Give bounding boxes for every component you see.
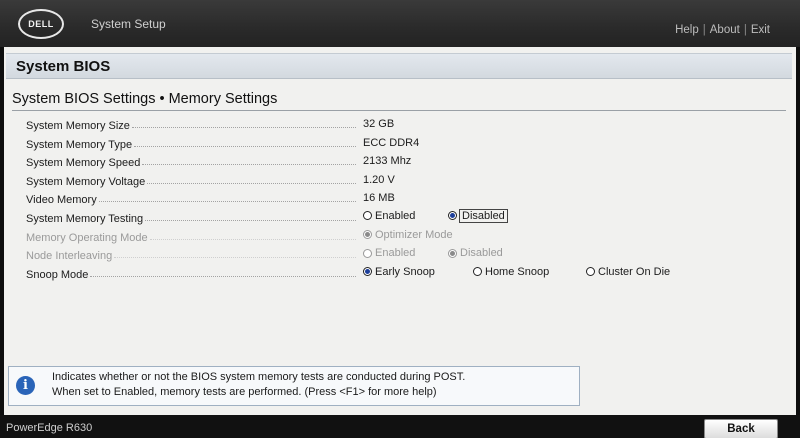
row-memory-type: System Memory Type ECC DDR4: [24, 134, 784, 153]
logo-text: DELL: [28, 19, 54, 29]
radio-selected-icon: [363, 230, 372, 240]
leader-dots: [145, 219, 356, 221]
optimizer-mode-radio: Optimizer Mode: [363, 229, 453, 241]
video-memory-value: 16 MB: [363, 192, 395, 205]
header-bar: DELL System Setup Help | About | Exit: [0, 0, 800, 47]
help-box: i Indicates whether or not the BIOS syst…: [8, 366, 580, 406]
label-wrap: System Memory Speed: [26, 155, 356, 169]
setting-label: System Memory Speed: [26, 157, 141, 170]
option-label: Disabled: [459, 208, 508, 223]
node-interleaving-disabled-radio: Disabled: [448, 247, 503, 259]
label-wrap: System Memory Voltage: [26, 174, 356, 188]
option-label: Home Snoop: [485, 265, 550, 278]
leader-dots: [134, 145, 356, 147]
setting-label: System Memory Type: [26, 138, 133, 151]
dell-logo: DELL: [18, 9, 64, 39]
label-wrap: System Memory Size: [26, 118, 356, 132]
main-screen: System BIOS System BIOS Settings • Memor…: [4, 47, 796, 415]
settings-list: System Memory Size 32 GB System Memory T…: [24, 115, 784, 282]
memory-size-value: 32 GB: [363, 118, 395, 130]
server-model: PowerEdge R630: [6, 422, 93, 434]
exit-link[interactable]: Exit: [751, 24, 770, 36]
option-label: Cluster On Die: [598, 265, 671, 278]
link-separator: |: [743, 24, 747, 36]
home-snoop-radio[interactable]: Home Snoop: [473, 266, 549, 278]
memory-voltage-value: 1.20 V: [363, 173, 395, 186]
radio-selected-icon: [363, 267, 372, 277]
option-label: Enabled: [375, 247, 416, 260]
setting-label: System Memory Testing: [26, 212, 144, 225]
header-links: Help | About | Exit: [675, 24, 770, 36]
link-separator: |: [702, 24, 706, 36]
radio-selected-icon: [448, 211, 457, 221]
row-snoop-mode: Snoop Mode Early Snoop Home Snoop Cluste…: [24, 264, 784, 283]
leader-dots: [114, 257, 356, 259]
page-title: System BIOS: [6, 53, 792, 79]
section-divider: [12, 110, 786, 111]
leader-dots: [131, 127, 356, 128]
label-wrap: System Memory Type: [26, 137, 356, 151]
memory-testing-disabled-radio[interactable]: Disabled: [448, 208, 508, 223]
option-label: Enabled: [375, 209, 416, 222]
label-wrap: Memory Operating Mode: [26, 230, 356, 244]
setting-label: System Memory Voltage: [26, 175, 146, 188]
setting-label: Snoop Mode: [26, 268, 89, 281]
app-title: System Setup: [91, 17, 166, 31]
leader-dots: [147, 182, 356, 184]
leader-dots: [142, 164, 356, 166]
row-memory-testing: System Memory Testing Enabled Disabled: [24, 208, 784, 227]
help-text: Indicates whether or not the BIOS system…: [52, 370, 572, 400]
cluster-on-die-radio[interactable]: Cluster On Die: [586, 266, 670, 278]
setting-label: Video Memory: [26, 194, 97, 207]
row-memory-operating-mode: Memory Operating Mode Optimizer Mode: [24, 227, 784, 246]
radio-selected-icon: [448, 248, 457, 258]
label-wrap: Node Interleaving: [26, 248, 356, 262]
label-wrap: Video Memory: [26, 192, 356, 206]
radio-empty-icon: [473, 267, 482, 277]
option-label: Disabled: [460, 247, 503, 260]
memory-type-value: ECC DDR4: [363, 136, 420, 149]
radio-empty-icon: [363, 248, 372, 258]
setting-label: Node Interleaving: [26, 250, 113, 263]
option-label: Optimizer Mode: [375, 228, 453, 241]
row-video-memory: Video Memory 16 MB: [24, 189, 784, 208]
about-link[interactable]: About: [710, 24, 740, 36]
row-memory-size: System Memory Size 32 GB: [24, 115, 784, 134]
memory-speed-value: 2133 Mhz: [363, 155, 412, 168]
back-button[interactable]: Back: [704, 419, 778, 438]
info-icon: i: [16, 376, 35, 395]
row-memory-voltage: System Memory Voltage 1.20 V: [24, 171, 784, 190]
node-interleaving-enabled-radio: Enabled: [363, 247, 415, 259]
early-snoop-radio[interactable]: Early Snoop: [363, 266, 435, 278]
option-label: Early Snoop: [375, 265, 435, 278]
help-link[interactable]: Help: [675, 24, 699, 36]
memory-testing-enabled-radio[interactable]: Enabled: [363, 210, 415, 222]
label-wrap: System Memory Testing: [26, 211, 356, 225]
row-memory-speed: System Memory Speed 2133 Mhz: [24, 152, 784, 171]
radio-empty-icon: [586, 267, 595, 277]
section-title: System BIOS Settings • Memory Settings: [12, 91, 278, 107]
setting-label: Memory Operating Mode: [26, 231, 148, 244]
radio-empty-icon: [363, 211, 372, 221]
footer-bar: PowerEdge R630 Back: [0, 415, 800, 438]
leader-dots: [149, 238, 356, 240]
help-line-2: When set to Enabled, memory tests are pe…: [52, 386, 437, 398]
setting-label: System Memory Size: [26, 120, 130, 132]
leader-dots: [90, 275, 356, 277]
leader-dots: [98, 201, 356, 203]
label-wrap: Snoop Mode: [26, 267, 356, 281]
row-node-interleaving: Node Interleaving Enabled Disabled: [24, 245, 784, 264]
help-line-1: Indicates whether or not the BIOS system…: [52, 371, 466, 383]
